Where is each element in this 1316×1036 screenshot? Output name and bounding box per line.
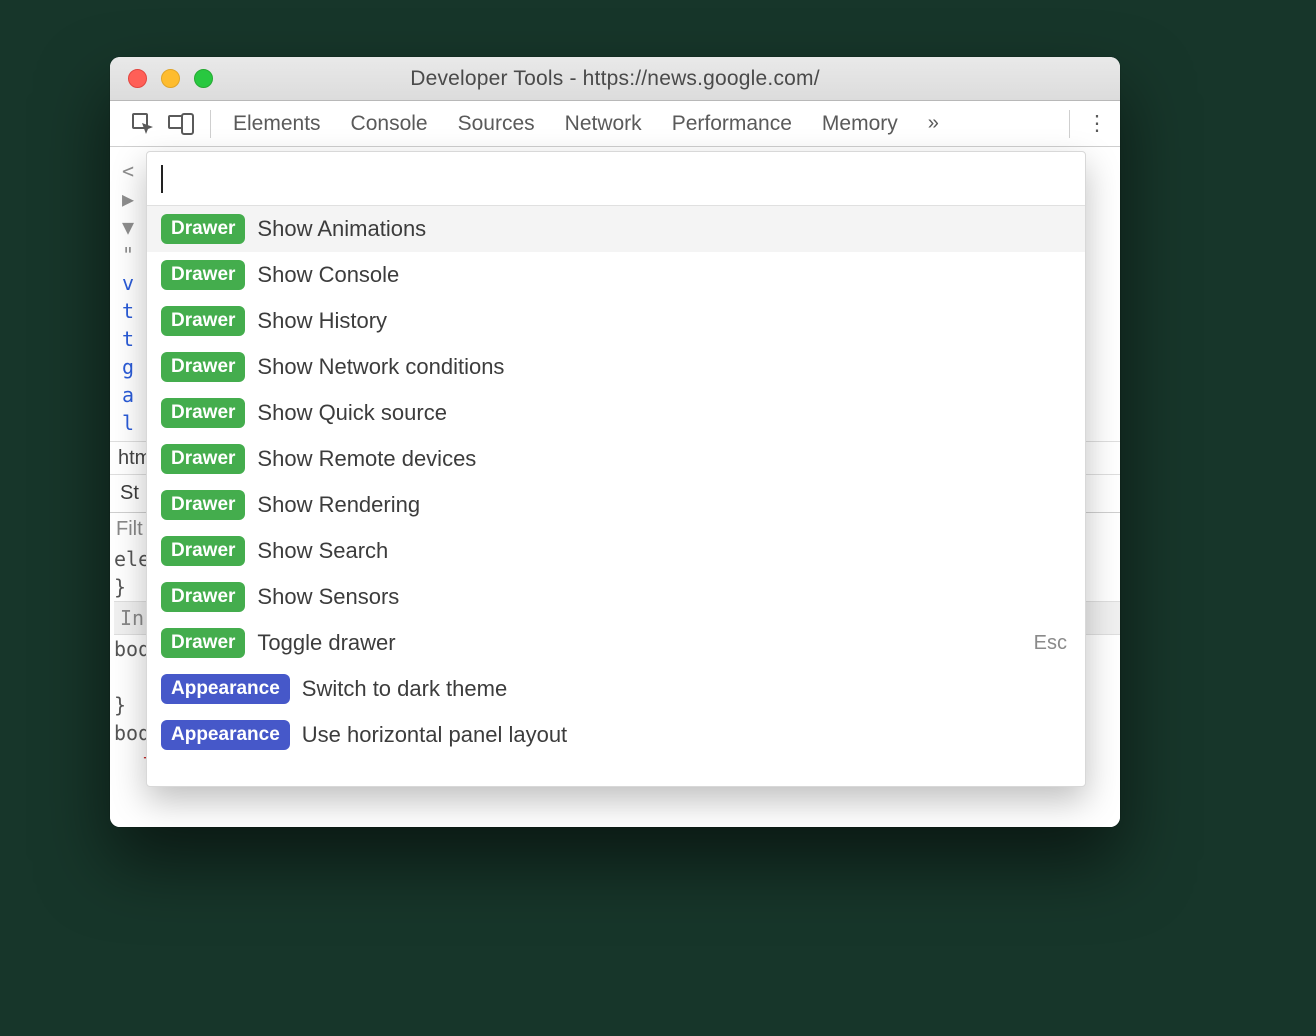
command-label: Show Rendering [257, 492, 420, 518]
command-menu-item[interactable]: Appearance Switch to dark theme [147, 666, 1085, 712]
divider [1069, 110, 1070, 138]
command-category-badge: Appearance [161, 720, 290, 750]
command-menu-item[interactable]: Drawer Show Console [147, 252, 1085, 298]
command-menu-item[interactable]: Drawer Show Search [147, 528, 1085, 574]
styles-tab-label: St [120, 482, 139, 505]
command-category-badge: Drawer [161, 536, 245, 566]
command-menu-item[interactable]: Drawer Show Sensors [147, 574, 1085, 620]
command-category-badge: Appearance [161, 674, 290, 704]
command-label: Use horizontal panel layout [302, 722, 567, 748]
close-button[interactable] [128, 69, 147, 88]
command-category-badge: Drawer [161, 582, 245, 612]
command-label: Switch to dark theme [302, 676, 507, 702]
command-label: Show History [257, 308, 387, 334]
command-label: Show Network conditions [257, 354, 504, 380]
window-title: Developer Tools - https://news.google.co… [110, 67, 1120, 91]
command-category-badge: Drawer [161, 260, 245, 290]
command-menu-input[interactable] [147, 152, 1085, 206]
command-label: Show Animations [257, 216, 426, 242]
command-menu-item[interactable]: Drawer Toggle drawer Esc [147, 620, 1085, 666]
command-category-badge: Drawer [161, 628, 245, 658]
command-menu-item[interactable]: Drawer Show Animations [147, 206, 1085, 252]
tab-console[interactable]: Console [351, 112, 428, 136]
filter-label: Filt [116, 518, 143, 541]
command-menu-item[interactable]: Appearance Use horizontal panel layout [147, 712, 1085, 758]
tab-sources[interactable]: Sources [458, 112, 535, 136]
selector: bod [114, 721, 150, 745]
command-label: Show Quick source [257, 400, 447, 426]
tab-elements[interactable]: Elements [233, 112, 321, 136]
toolbar: Elements Console Sources Network Perform… [110, 101, 1120, 147]
devtools-window: Developer Tools - https://news.google.co… [110, 57, 1120, 827]
command-category-badge: Drawer [161, 306, 245, 336]
command-menu-item[interactable]: Drawer Show Rendering [147, 482, 1085, 528]
command-menu-item[interactable]: Drawer Show Network conditions [147, 344, 1085, 390]
panel-tabs: Elements Console Sources Network Perform… [225, 112, 1055, 136]
command-category-badge: Drawer [161, 490, 245, 520]
command-menu-item[interactable]: Drawer Show History [147, 298, 1085, 344]
window-controls [128, 69, 213, 88]
overflow-tabs-icon[interactable]: » [928, 112, 939, 135]
device-toolbar-icon[interactable] [166, 109, 196, 139]
command-category-badge: Drawer [161, 398, 245, 428]
command-shortcut: Esc [1034, 632, 1067, 655]
selector: bod [114, 637, 150, 661]
command-label: Toggle drawer [257, 630, 395, 656]
command-label: Show Sensors [257, 584, 399, 610]
brace: } [114, 693, 126, 717]
divider [210, 110, 211, 138]
command-category-badge: Drawer [161, 444, 245, 474]
tab-network[interactable]: Network [565, 112, 642, 136]
brace: } [114, 575, 126, 599]
command-menu-item[interactable]: Drawer Show Remote devices [147, 436, 1085, 482]
command-label: Show Console [257, 262, 399, 288]
inspect-element-icon[interactable] [128, 109, 158, 139]
panel-body: < ▶ ▼ " v t t g a l htm St Filt ele [110, 147, 1120, 827]
command-label: Show Remote devices [257, 446, 476, 472]
zoom-button[interactable] [194, 69, 213, 88]
command-menu: DrawerShow AnimationsDrawerShow ConsoleD… [146, 151, 1086, 787]
titlebar: Developer Tools - https://news.google.co… [110, 57, 1120, 101]
command-menu-item[interactable]: Drawer Show Quick source [147, 390, 1085, 436]
settings-menu-icon[interactable]: ⋮ [1084, 111, 1110, 136]
command-category-badge: Drawer [161, 352, 245, 382]
tab-memory[interactable]: Memory [822, 112, 898, 136]
command-menu-list: DrawerShow AnimationsDrawerShow ConsoleD… [147, 206, 1085, 758]
command-label: Show Search [257, 538, 388, 564]
text-cursor-icon [161, 165, 163, 193]
minimize-button[interactable] [161, 69, 180, 88]
tab-performance[interactable]: Performance [672, 112, 792, 136]
selector: ele [114, 547, 150, 571]
command-category-badge: Drawer [161, 214, 245, 244]
